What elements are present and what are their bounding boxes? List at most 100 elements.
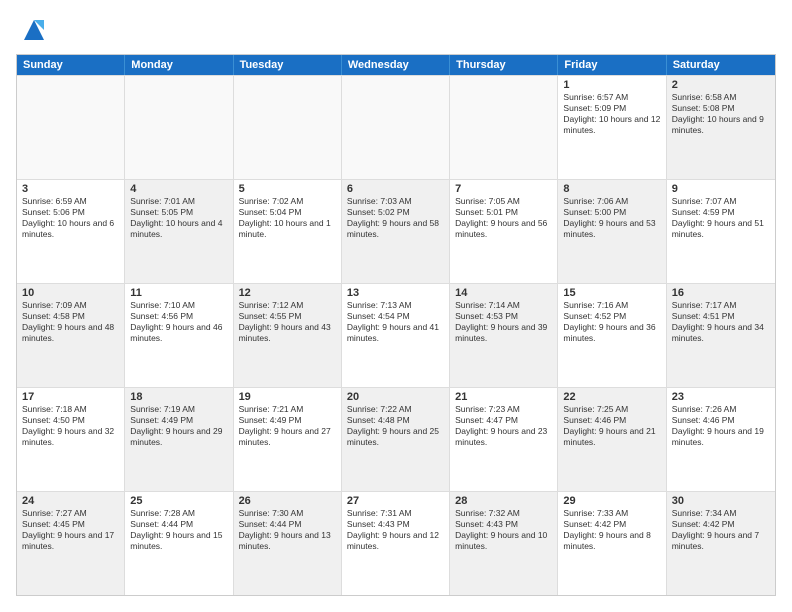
calendar-cell: 21Sunrise: 7:23 AM Sunset: 4:47 PM Dayli… [450,388,558,491]
calendar-row: 10Sunrise: 7:09 AM Sunset: 4:58 PM Dayli… [17,283,775,387]
day-info: Sunrise: 7:06 AM Sunset: 5:00 PM Dayligh… [563,196,660,240]
calendar-cell: 24Sunrise: 7:27 AM Sunset: 4:45 PM Dayli… [17,492,125,595]
calendar-body: 1Sunrise: 6:57 AM Sunset: 5:09 PM Daylig… [17,75,775,595]
calendar-cell: 29Sunrise: 7:33 AM Sunset: 4:42 PM Dayli… [558,492,666,595]
calendar-cell: 5Sunrise: 7:02 AM Sunset: 5:04 PM Daylig… [234,180,342,283]
logo-icon [20,16,48,44]
day-number: 3 [22,183,119,195]
day-number: 14 [455,287,552,299]
calendar-cell: 20Sunrise: 7:22 AM Sunset: 4:48 PM Dayli… [342,388,450,491]
calendar-cell: 13Sunrise: 7:13 AM Sunset: 4:54 PM Dayli… [342,284,450,387]
calendar-cell: 23Sunrise: 7:26 AM Sunset: 4:46 PM Dayli… [667,388,775,491]
day-number: 13 [347,287,444,299]
day-info: Sunrise: 7:18 AM Sunset: 4:50 PM Dayligh… [22,404,119,448]
calendar-row: 24Sunrise: 7:27 AM Sunset: 4:45 PM Dayli… [17,491,775,595]
day-number: 10 [22,287,119,299]
day-number: 19 [239,391,336,403]
day-number: 30 [672,495,770,507]
calendar-cell: 9Sunrise: 7:07 AM Sunset: 4:59 PM Daylig… [667,180,775,283]
day-number: 24 [22,495,119,507]
day-info: Sunrise: 7:33 AM Sunset: 4:42 PM Dayligh… [563,508,660,552]
calendar-cell: 1Sunrise: 6:57 AM Sunset: 5:09 PM Daylig… [558,76,666,179]
calendar-cell: 11Sunrise: 7:10 AM Sunset: 4:56 PM Dayli… [125,284,233,387]
day-info: Sunrise: 7:14 AM Sunset: 4:53 PM Dayligh… [455,300,552,344]
calendar-cell: 19Sunrise: 7:21 AM Sunset: 4:49 PM Dayli… [234,388,342,491]
day-info: Sunrise: 7:26 AM Sunset: 4:46 PM Dayligh… [672,404,770,448]
calendar-cell: 7Sunrise: 7:05 AM Sunset: 5:01 PM Daylig… [450,180,558,283]
day-info: Sunrise: 7:21 AM Sunset: 4:49 PM Dayligh… [239,404,336,448]
calendar-cell [234,76,342,179]
weekday-header: Tuesday [234,55,342,75]
day-number: 1 [563,79,660,91]
day-info: Sunrise: 7:01 AM Sunset: 5:05 PM Dayligh… [130,196,227,240]
weekday-header: Friday [558,55,666,75]
day-info: Sunrise: 6:58 AM Sunset: 5:08 PM Dayligh… [672,92,770,136]
day-info: Sunrise: 7:03 AM Sunset: 5:02 PM Dayligh… [347,196,444,240]
day-number: 17 [22,391,119,403]
calendar-cell: 26Sunrise: 7:30 AM Sunset: 4:44 PM Dayli… [234,492,342,595]
weekday-header: Wednesday [342,55,450,75]
day-number: 6 [347,183,444,195]
day-number: 16 [672,287,770,299]
calendar-cell: 30Sunrise: 7:34 AM Sunset: 4:42 PM Dayli… [667,492,775,595]
weekday-header: Saturday [667,55,775,75]
day-number: 15 [563,287,660,299]
calendar-cell: 4Sunrise: 7:01 AM Sunset: 5:05 PM Daylig… [125,180,233,283]
calendar-header: SundayMondayTuesdayWednesdayThursdayFrid… [17,55,775,75]
calendar-cell: 28Sunrise: 7:32 AM Sunset: 4:43 PM Dayli… [450,492,558,595]
calendar-cell: 14Sunrise: 7:14 AM Sunset: 4:53 PM Dayli… [450,284,558,387]
day-info: Sunrise: 7:30 AM Sunset: 4:44 PM Dayligh… [239,508,336,552]
day-number: 27 [347,495,444,507]
day-number: 7 [455,183,552,195]
day-info: Sunrise: 7:02 AM Sunset: 5:04 PM Dayligh… [239,196,336,240]
calendar-row: 1Sunrise: 6:57 AM Sunset: 5:09 PM Daylig… [17,75,775,179]
page: SundayMondayTuesdayWednesdayThursdayFrid… [0,0,792,612]
calendar-cell: 15Sunrise: 7:16 AM Sunset: 4:52 PM Dayli… [558,284,666,387]
calendar-cell: 17Sunrise: 7:18 AM Sunset: 4:50 PM Dayli… [17,388,125,491]
day-number: 12 [239,287,336,299]
day-number: 25 [130,495,227,507]
day-number: 29 [563,495,660,507]
day-number: 21 [455,391,552,403]
day-info: Sunrise: 6:59 AM Sunset: 5:06 PM Dayligh… [22,196,119,240]
calendar-cell [342,76,450,179]
calendar: SundayMondayTuesdayWednesdayThursdayFrid… [16,54,776,596]
day-info: Sunrise: 7:05 AM Sunset: 5:01 PM Dayligh… [455,196,552,240]
day-info: Sunrise: 7:09 AM Sunset: 4:58 PM Dayligh… [22,300,119,344]
logo [16,16,48,44]
day-info: Sunrise: 7:28 AM Sunset: 4:44 PM Dayligh… [130,508,227,552]
day-info: Sunrise: 7:17 AM Sunset: 4:51 PM Dayligh… [672,300,770,344]
calendar-cell [17,76,125,179]
day-info: Sunrise: 7:22 AM Sunset: 4:48 PM Dayligh… [347,404,444,448]
calendar-cell: 2Sunrise: 6:58 AM Sunset: 5:08 PM Daylig… [667,76,775,179]
calendar-cell: 18Sunrise: 7:19 AM Sunset: 4:49 PM Dayli… [125,388,233,491]
day-info: Sunrise: 7:07 AM Sunset: 4:59 PM Dayligh… [672,196,770,240]
calendar-cell: 8Sunrise: 7:06 AM Sunset: 5:00 PM Daylig… [558,180,666,283]
day-number: 4 [130,183,227,195]
day-number: 23 [672,391,770,403]
day-info: Sunrise: 7:32 AM Sunset: 4:43 PM Dayligh… [455,508,552,552]
calendar-row: 17Sunrise: 7:18 AM Sunset: 4:50 PM Dayli… [17,387,775,491]
calendar-cell: 12Sunrise: 7:12 AM Sunset: 4:55 PM Dayli… [234,284,342,387]
calendar-cell: 16Sunrise: 7:17 AM Sunset: 4:51 PM Dayli… [667,284,775,387]
day-info: Sunrise: 7:16 AM Sunset: 4:52 PM Dayligh… [563,300,660,344]
calendar-cell: 25Sunrise: 7:28 AM Sunset: 4:44 PM Dayli… [125,492,233,595]
weekday-header: Monday [125,55,233,75]
day-number: 28 [455,495,552,507]
calendar-cell [450,76,558,179]
day-number: 20 [347,391,444,403]
day-info: Sunrise: 7:31 AM Sunset: 4:43 PM Dayligh… [347,508,444,552]
day-number: 8 [563,183,660,195]
day-number: 26 [239,495,336,507]
weekday-header: Thursday [450,55,558,75]
day-number: 2 [672,79,770,91]
day-info: Sunrise: 7:34 AM Sunset: 4:42 PM Dayligh… [672,508,770,552]
day-info: Sunrise: 7:25 AM Sunset: 4:46 PM Dayligh… [563,404,660,448]
calendar-cell: 22Sunrise: 7:25 AM Sunset: 4:46 PM Dayli… [558,388,666,491]
day-info: Sunrise: 7:19 AM Sunset: 4:49 PM Dayligh… [130,404,227,448]
day-number: 22 [563,391,660,403]
day-number: 9 [672,183,770,195]
day-number: 18 [130,391,227,403]
calendar-cell: 10Sunrise: 7:09 AM Sunset: 4:58 PM Dayli… [17,284,125,387]
day-number: 11 [130,287,227,299]
